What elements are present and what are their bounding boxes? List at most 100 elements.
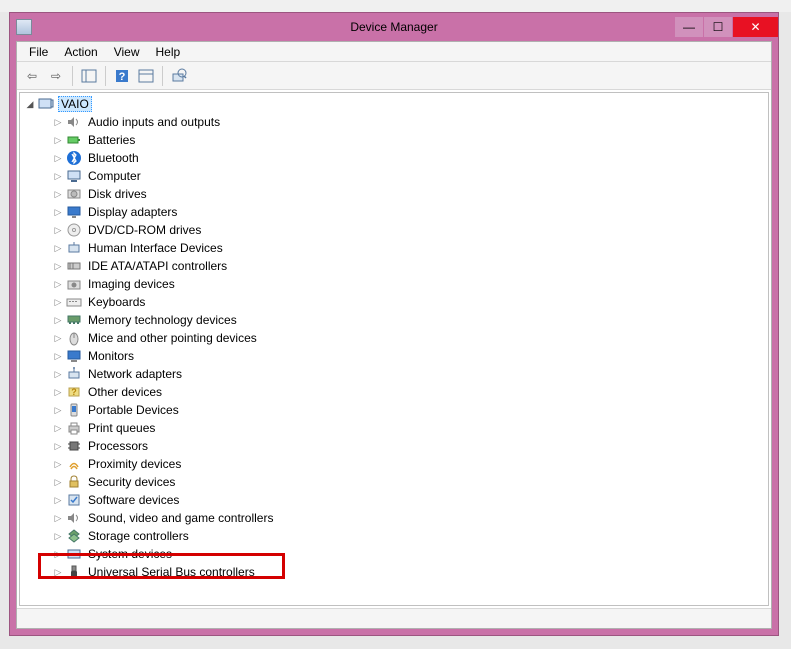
tree-item[interactable]: ▷? Other devices <box>24 383 768 401</box>
scan-button[interactable] <box>168 65 190 87</box>
tree-item-label: Network adapters <box>86 366 184 382</box>
tree-item-label: System devices <box>86 546 174 562</box>
tree-item[interactable]: ▷Security devices <box>24 473 768 491</box>
menu-file[interactable]: File <box>21 43 56 61</box>
expand-icon[interactable]: ▷ <box>52 422 64 434</box>
expand-icon[interactable]: ▷ <box>52 404 64 416</box>
tree-item-label: DVD/CD-ROM drives <box>86 222 203 238</box>
forward-button[interactable]: ⇨ <box>45 65 67 87</box>
tree-item[interactable]: ▷ Bluetooth <box>24 149 768 167</box>
portable-icon <box>66 402 82 418</box>
printer-icon <box>66 420 82 436</box>
tree-item[interactable]: ▷Human Interface Devices <box>24 239 768 257</box>
device-tree[interactable]: ◢ VAIO ▷Audio inputs and outputs▷Batteri… <box>19 92 769 606</box>
cd-icon <box>66 222 82 238</box>
tree-item[interactable]: ▷Monitors <box>24 347 768 365</box>
menu-action[interactable]: Action <box>56 43 105 61</box>
memory-icon <box>66 312 82 328</box>
tree-item[interactable]: ▷IDE ATA/ATAPI controllers <box>24 257 768 275</box>
device-manager-window: Device Manager — ☐ ✕ File Action View He… <box>9 12 779 636</box>
other-icon: ? <box>66 384 82 400</box>
tree-item[interactable]: ▷ Memory technology devices <box>24 311 768 329</box>
tree-item-label: Bluetooth <box>86 150 141 166</box>
expand-icon[interactable]: ▷ <box>52 116 64 128</box>
computer-icon <box>38 96 54 112</box>
back-button[interactable]: ⇦ <box>21 65 43 87</box>
proximity-icon <box>66 456 82 472</box>
tree-item-label: Memory technology devices <box>86 312 239 328</box>
panel-icon <box>81 68 97 84</box>
properties-button[interactable] <box>135 65 157 87</box>
arrow-left-icon: ⇦ <box>27 69 37 83</box>
tree-item[interactable]: ▷ DVD/CD-ROM drives <box>24 221 768 239</box>
storage-icon <box>66 528 82 544</box>
software-icon <box>66 492 82 508</box>
svg-text:?: ? <box>119 71 126 83</box>
tree-item[interactable]: ▷Keyboards <box>24 293 768 311</box>
expand-icon[interactable]: ▷ <box>52 188 64 200</box>
tree-item-label: Storage controllers <box>86 528 191 544</box>
tree-item[interactable]: ▷Display adapters <box>24 203 768 221</box>
expand-icon[interactable]: ▷ <box>52 260 64 272</box>
show-hide-button[interactable] <box>78 65 100 87</box>
expand-icon[interactable]: ▷ <box>52 332 64 344</box>
app-icon <box>16 19 32 35</box>
tree-item[interactable]: ▷Audio inputs and outputs <box>24 113 768 131</box>
expand-icon[interactable]: ▷ <box>52 512 64 524</box>
tree-item-label: Software devices <box>86 492 181 508</box>
help-button[interactable]: ? <box>111 65 133 87</box>
menu-help[interactable]: Help <box>148 43 189 61</box>
tree-item[interactable]: ▷Processors <box>24 437 768 455</box>
minimize-button[interactable]: — <box>675 17 703 37</box>
keyboard-icon <box>66 294 82 310</box>
tree-item[interactable]: ▷Portable Devices <box>24 401 768 419</box>
close-button[interactable]: ✕ <box>733 17 778 37</box>
expand-icon[interactable]: ▷ <box>52 296 64 308</box>
expand-icon[interactable]: ▷ <box>52 314 64 326</box>
titlebar[interactable]: Device Manager — ☐ ✕ <box>10 13 778 41</box>
tree-item-label: Universal Serial Bus controllers <box>86 564 257 580</box>
tree-item-label: Other devices <box>86 384 164 400</box>
expand-icon[interactable]: ▷ <box>52 566 64 578</box>
maximize-button[interactable]: ☐ <box>704 17 732 37</box>
tree-item[interactable]: ▷Sound, video and game controllers <box>24 509 768 527</box>
svg-text:?: ? <box>71 387 77 397</box>
mouse-icon <box>66 330 82 346</box>
tree-item[interactable]: ▷Mice and other pointing devices <box>24 329 768 347</box>
expand-icon[interactable]: ▷ <box>52 386 64 398</box>
expand-icon[interactable]: ▷ <box>52 242 64 254</box>
tree-root-node[interactable]: ◢ VAIO <box>24 95 768 113</box>
expand-icon[interactable]: ▷ <box>52 440 64 452</box>
tree-item[interactable]: ▷ Storage controllers <box>24 527 768 545</box>
tree-item[interactable]: ▷Batteries <box>24 131 768 149</box>
tree-item[interactable]: ▷Print queues <box>24 419 768 437</box>
expand-icon[interactable]: ▷ <box>52 458 64 470</box>
expand-icon[interactable]: ▷ <box>52 170 64 182</box>
tree-item-label: Disk drives <box>86 186 149 202</box>
expand-icon[interactable]: ▷ <box>52 350 64 362</box>
tree-item[interactable]: ▷ Disk drives <box>24 185 768 203</box>
expand-icon[interactable]: ▷ <box>52 368 64 380</box>
tree-item[interactable]: ▷ Universal Serial Bus controllers <box>24 563 768 581</box>
expand-icon[interactable]: ▷ <box>52 530 64 542</box>
collapse-icon[interactable]: ◢ <box>24 98 36 110</box>
system-icon <box>66 546 82 562</box>
expand-icon[interactable]: ▷ <box>52 476 64 488</box>
expand-icon[interactable]: ▷ <box>52 152 64 164</box>
root-label[interactable]: VAIO <box>58 96 92 112</box>
tree-item[interactable]: ▷Computer <box>24 167 768 185</box>
expand-icon[interactable]: ▷ <box>52 134 64 146</box>
tree-item[interactable]: ▷ System devices <box>24 545 768 563</box>
cpu-icon <box>66 438 82 454</box>
tree-item[interactable]: ▷Proximity devices <box>24 455 768 473</box>
expand-icon[interactable]: ▷ <box>52 224 64 236</box>
tree-item[interactable]: ▷ Software devices <box>24 491 768 509</box>
tree-item[interactable]: ▷ Network adapters <box>24 365 768 383</box>
expand-icon[interactable]: ▷ <box>52 494 64 506</box>
menu-view[interactable]: View <box>106 43 148 61</box>
tree-item[interactable]: ▷Imaging devices <box>24 275 768 293</box>
hid-icon <box>66 240 82 256</box>
expand-icon[interactable]: ▷ <box>52 278 64 290</box>
expand-icon[interactable]: ▷ <box>52 206 64 218</box>
expand-icon[interactable]: ▷ <box>52 548 64 560</box>
